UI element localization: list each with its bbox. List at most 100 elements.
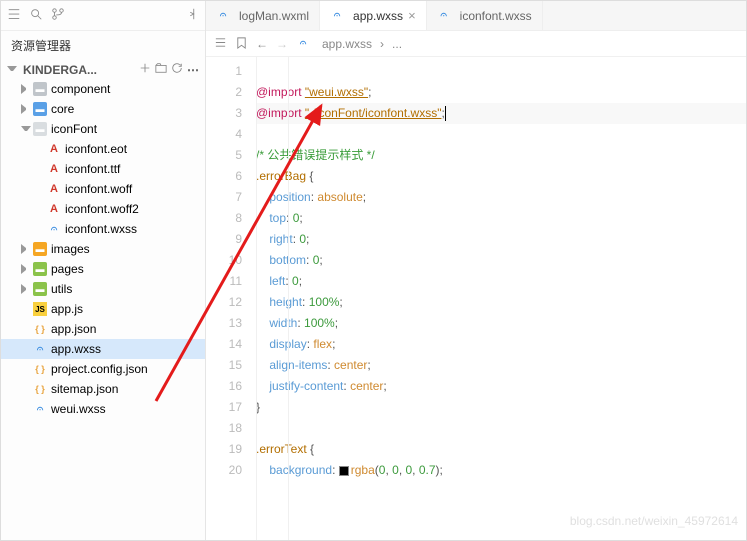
json-icon: { } (33, 362, 47, 376)
tree-node[interactable]: Aiconfont.woff (1, 179, 205, 199)
tree-node[interactable]: Aiconfont.eot (1, 139, 205, 159)
tree-label: weui.wxss (51, 402, 106, 416)
breadcrumb-more[interactable]: ... (392, 37, 402, 51)
line-number: 13 (206, 313, 242, 334)
folder-icon: ▬ (33, 102, 47, 116)
code-line[interactable]: height: 100%; (256, 292, 746, 313)
code-editor[interactable]: 1234567891011121314151617181920 @import … (206, 57, 746, 540)
code-line[interactable]: } (256, 397, 746, 418)
wxss-icon: 𝄐 (33, 402, 47, 416)
bookmark-icon[interactable] (235, 36, 248, 52)
code-content[interactable]: @import "weui.wxss";@import "./iconFont/… (256, 57, 746, 540)
line-number: 7 (206, 187, 242, 208)
json-icon: { } (33, 322, 47, 336)
tree-label: project.config.json (51, 362, 148, 376)
add-icon[interactable] (139, 62, 151, 77)
tab[interactable]: 𝄐 app.wxss × (320, 1, 427, 30)
code-line[interactable]: @import "weui.wxss"; (256, 82, 746, 103)
tree-node[interactable]: JS app.js (1, 299, 205, 319)
tab-label: app.wxss (353, 9, 403, 23)
code-line[interactable]: top: 0; (256, 208, 746, 229)
chevron-right-icon (21, 244, 31, 254)
tree-node[interactable]: 𝄐app.wxss (1, 339, 205, 359)
tab-label: logMan.wxml (239, 9, 309, 23)
tree-node[interactable]: ▬ core (1, 99, 205, 119)
line-number: 10 (206, 250, 242, 271)
code-line[interactable]: bottom: 0; (256, 250, 746, 271)
color-swatch (339, 466, 349, 476)
code-line[interactable] (256, 418, 746, 439)
wxss-icon: 𝄐 (47, 222, 61, 236)
tree-node[interactable]: 𝄐iconfont.wxss (1, 219, 205, 239)
tree-node[interactable]: ▬pages (1, 259, 205, 279)
tab[interactable]: 𝄐 logMan.wxml (206, 1, 320, 30)
code-line[interactable]: justify-content: center; (256, 376, 746, 397)
branch-icon[interactable] (51, 7, 65, 24)
code-line[interactable]: /* 公共错误提示样式 */ (256, 145, 746, 166)
tree-node[interactable]: { } project.config.json (1, 359, 205, 379)
collapse-icon[interactable] (185, 7, 199, 24)
project-header[interactable]: KINDERGA... ⋯ (1, 60, 205, 79)
line-number: 2 (206, 82, 242, 103)
file-tree: ▬component▬core▬iconFontAiconfont.eotAic… (1, 79, 205, 540)
tree-node[interactable]: ▬iconFont (1, 119, 205, 139)
wxss-icon: 𝄐 (437, 9, 451, 23)
tree-node[interactable]: { }sitemap.json (1, 379, 205, 399)
wxss-icon: 𝄐 (330, 9, 344, 23)
font-file-icon: A (47, 182, 61, 196)
code-line[interactable]: width: 100%; (256, 313, 746, 334)
tree-label: core (51, 102, 74, 116)
more-icon[interactable]: ⋯ (187, 63, 199, 77)
wxss-icon: 𝄐 (216, 9, 230, 23)
font-file-icon: A (47, 202, 61, 216)
code-line[interactable]: right: 0; (256, 229, 746, 250)
tree-node[interactable]: { }app.json (1, 319, 205, 339)
line-number: 17 (206, 397, 242, 418)
folder-icon: ▬ (33, 82, 47, 96)
search-icon[interactable] (29, 7, 43, 24)
tree-node[interactable]: Aiconfont.woff2 (1, 199, 205, 219)
refresh-icon[interactable] (171, 62, 183, 77)
code-line[interactable]: align-items: center; (256, 355, 746, 376)
line-number: 18 (206, 418, 242, 439)
chevron-right-icon (21, 104, 31, 114)
close-icon[interactable]: × (408, 8, 416, 23)
wxss-icon: 𝄐 (296, 37, 310, 51)
code-line[interactable] (256, 61, 746, 82)
tree-label: component (51, 82, 110, 96)
menu-icon[interactable] (214, 36, 227, 52)
line-number: 9 (206, 229, 242, 250)
new-folder-icon[interactable] (155, 62, 167, 77)
line-number: 8 (206, 208, 242, 229)
code-line[interactable]: left: 0; (256, 271, 746, 292)
line-number: 4 (206, 124, 242, 145)
code-line[interactable]: display: flex; (256, 334, 746, 355)
tree-label: iconfont.woff2 (65, 202, 139, 216)
tree-node[interactable]: 𝄐 weui.wxss (1, 399, 205, 419)
tree-node[interactable]: ▬utils (1, 279, 205, 299)
tree-label: images (51, 242, 90, 256)
tab[interactable]: 𝄐iconfont.wxss (427, 1, 543, 30)
breadcrumb-file[interactable]: app.wxss (322, 37, 372, 51)
tree-node[interactable]: Aiconfont.ttf (1, 159, 205, 179)
code-line[interactable]: @import "./iconFont/iconfont.wxss"; (256, 103, 746, 124)
code-line[interactable]: background: rgba(0, 0, 0, 0.7); (256, 460, 746, 481)
chevron-down-icon (21, 126, 31, 136)
list-icon[interactable] (7, 7, 21, 24)
js-icon: JS (33, 302, 47, 316)
line-number: 19 (206, 439, 242, 460)
code-line[interactable] (256, 124, 746, 145)
line-number: 20 (206, 460, 242, 481)
breadcrumb-sep: › (380, 37, 384, 51)
tree-label: app.js (51, 302, 83, 316)
folder-icon: ▬ (33, 122, 47, 136)
code-line[interactable]: .errorBag { (256, 166, 746, 187)
tree-node[interactable]: ▬images (1, 239, 205, 259)
tree-node[interactable]: ▬ component (1, 79, 205, 99)
forward-icon[interactable]: → (276, 37, 288, 51)
code-line[interactable]: position: absolute; (256, 187, 746, 208)
back-icon[interactable]: ← (256, 37, 268, 51)
line-number: 11 (206, 271, 242, 292)
line-number: 12 (206, 292, 242, 313)
code-line[interactable]: .errorText { (256, 439, 746, 460)
